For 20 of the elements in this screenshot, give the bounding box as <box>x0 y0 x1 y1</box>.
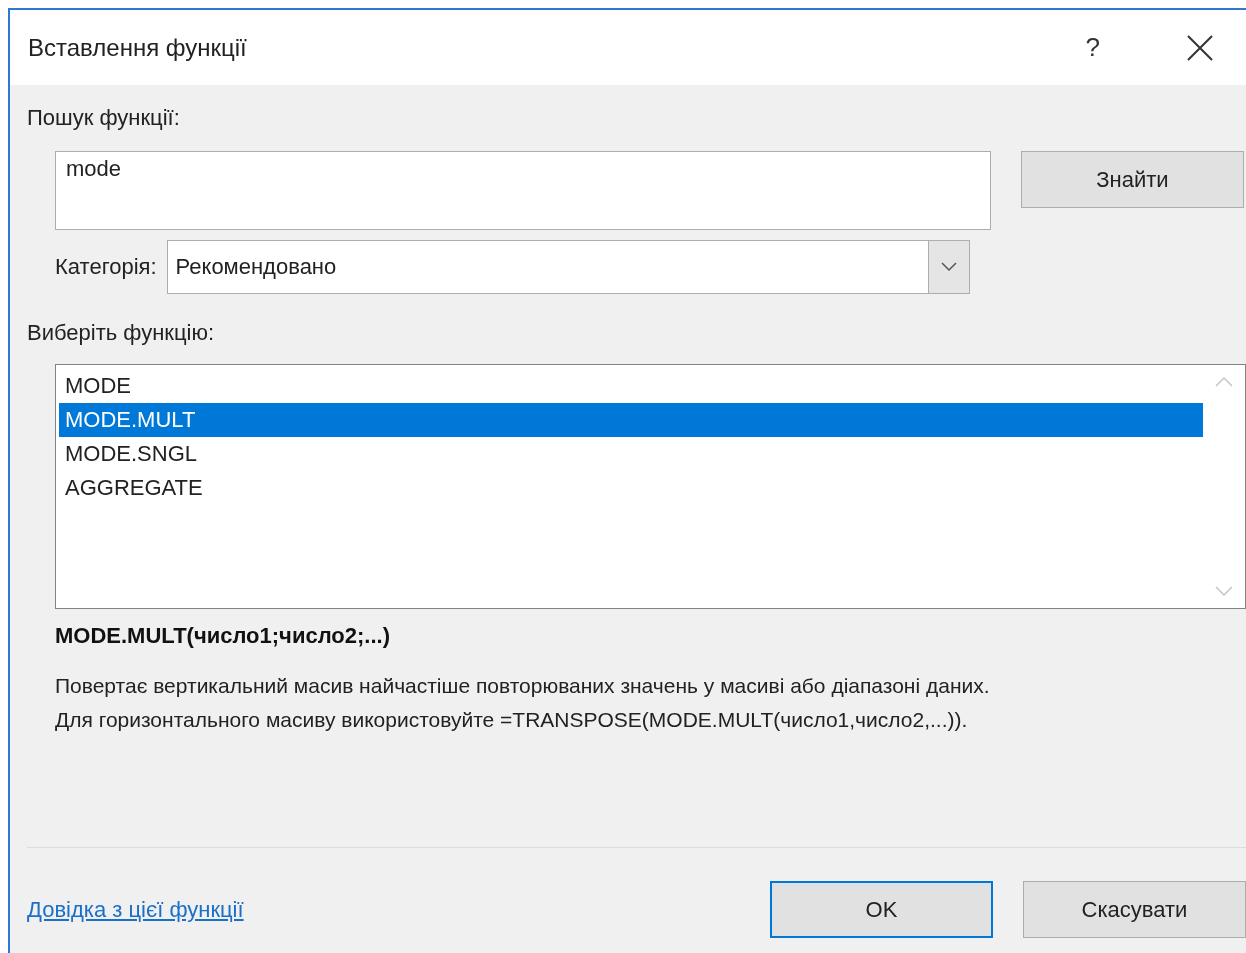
find-button[interactable]: Знайти <box>1021 151 1244 208</box>
cancel-button[interactable]: Скасувати <box>1023 881 1246 938</box>
function-item[interactable]: AGGREGATE <box>59 471 1203 505</box>
function-item[interactable]: MODE.MULT <box>59 403 1203 437</box>
search-label: Пошук функції: <box>27 105 181 131</box>
function-item[interactable]: MODE <box>59 369 1203 403</box>
help-link[interactable]: Довідка з цієї функції <box>27 896 770 923</box>
ok-button[interactable]: OK <box>770 881 993 938</box>
scroll-up-icon[interactable] <box>1215 375 1233 387</box>
help-button[interactable]: ? <box>1085 32 1100 63</box>
function-signature: MODE.MULT(число1;число2;...) <box>55 623 391 649</box>
scroll-down-icon[interactable] <box>1215 586 1233 598</box>
category-dropdown[interactable]: Рекомендовано <box>166 240 970 294</box>
category-label: Категорія: <box>55 254 157 280</box>
search-field[interactable]: mode <box>55 151 991 230</box>
function-item[interactable]: MODE.SNGL <box>59 437 1203 471</box>
chevron-down-icon <box>940 262 957 272</box>
function-description: Повертає вертикальний масив найчастіше повторюваних значень у масиві або діапазоні даних. Для горизонтального масиву використовуйте =TRANSPOSE(MODE.MULT(число1,число2,...)). <box>55 673 991 733</box>
function-list-label: Виберіть функцію: <box>27 320 216 346</box>
window-title: Вставлення функції <box>28 33 248 62</box>
